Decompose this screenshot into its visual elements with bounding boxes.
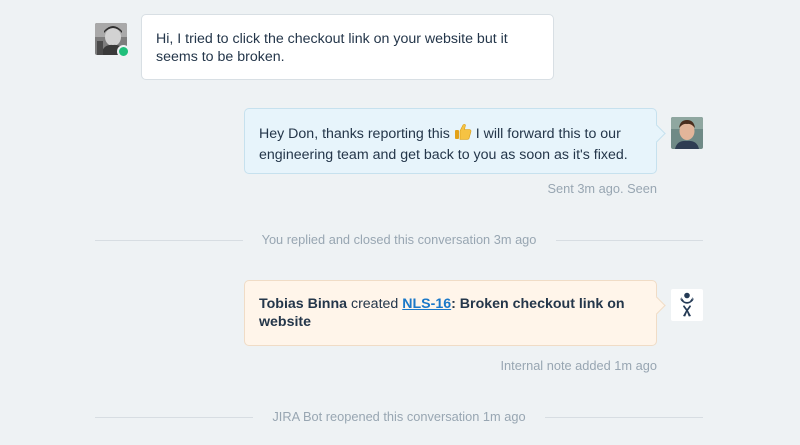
divider-line-left xyxy=(95,240,243,241)
agent-message-bubble: Hey Don, thanks reporting this I will fo… xyxy=(244,108,666,174)
agent-message-status: Sent 3m ago. Seen xyxy=(547,181,657,196)
note-action: created xyxy=(347,296,403,312)
divider-line-right-2 xyxy=(545,417,703,418)
note-bubble-tail xyxy=(647,296,666,315)
divider-line-left-2 xyxy=(95,417,253,418)
internal-note-status: Internal note added 1m ago xyxy=(500,358,657,373)
conversation-reopened-event: JIRA Bot reopened this conversation 1m a… xyxy=(272,409,526,424)
agent-bubble-tail xyxy=(647,124,666,143)
agent-message-text-part-1: Hey Don, thanks reporting this xyxy=(259,126,454,142)
jira-issue-link[interactable]: NLS-16 xyxy=(402,296,451,312)
note-author: Tobias Binna xyxy=(259,296,348,312)
thumbs-up-icon xyxy=(454,123,472,146)
divider-line-right xyxy=(556,240,703,241)
customer-message-text: Hi, I tried to click the checkout link o… xyxy=(156,31,508,65)
jira-logo-icon xyxy=(680,292,694,317)
customer-message-bubble: Hi, I tried to click the checkout link o… xyxy=(141,14,554,80)
jira-bot-avatar[interactable] xyxy=(671,289,703,321)
online-status-indicator xyxy=(117,45,130,58)
internal-note-bubble: Tobias Binna created NLS-16: Broken chec… xyxy=(244,280,666,346)
conversation-closed-event: You replied and closed this conversation… xyxy=(261,232,537,247)
agent-avatar[interactable] xyxy=(671,117,703,149)
